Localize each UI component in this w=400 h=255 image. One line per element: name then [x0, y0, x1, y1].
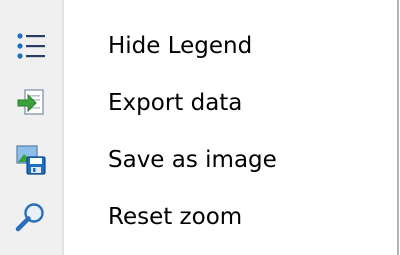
menu-item-export-data[interactable]: Export data	[0, 75, 396, 131]
save-image-icon	[14, 143, 48, 177]
list-icon	[14, 29, 48, 63]
context-menu: Hide Legend Export data Save as image Re…	[0, 0, 400, 255]
menu-item-label: Hide Legend	[108, 33, 253, 59]
menu-item-save-as-image[interactable]: Save as image	[0, 132, 396, 188]
menu-item-reset-zoom[interactable]: Reset zoom	[0, 189, 396, 245]
menu-item-hide-legend[interactable]: Hide Legend	[0, 18, 396, 74]
menu-item-label: Export data	[108, 90, 243, 116]
menu-item-label: Reset zoom	[108, 204, 243, 230]
menu-border	[397, 0, 399, 255]
magnifier-icon	[14, 200, 48, 234]
export-icon	[14, 86, 48, 120]
menu-item-label: Save as image	[108, 147, 277, 173]
